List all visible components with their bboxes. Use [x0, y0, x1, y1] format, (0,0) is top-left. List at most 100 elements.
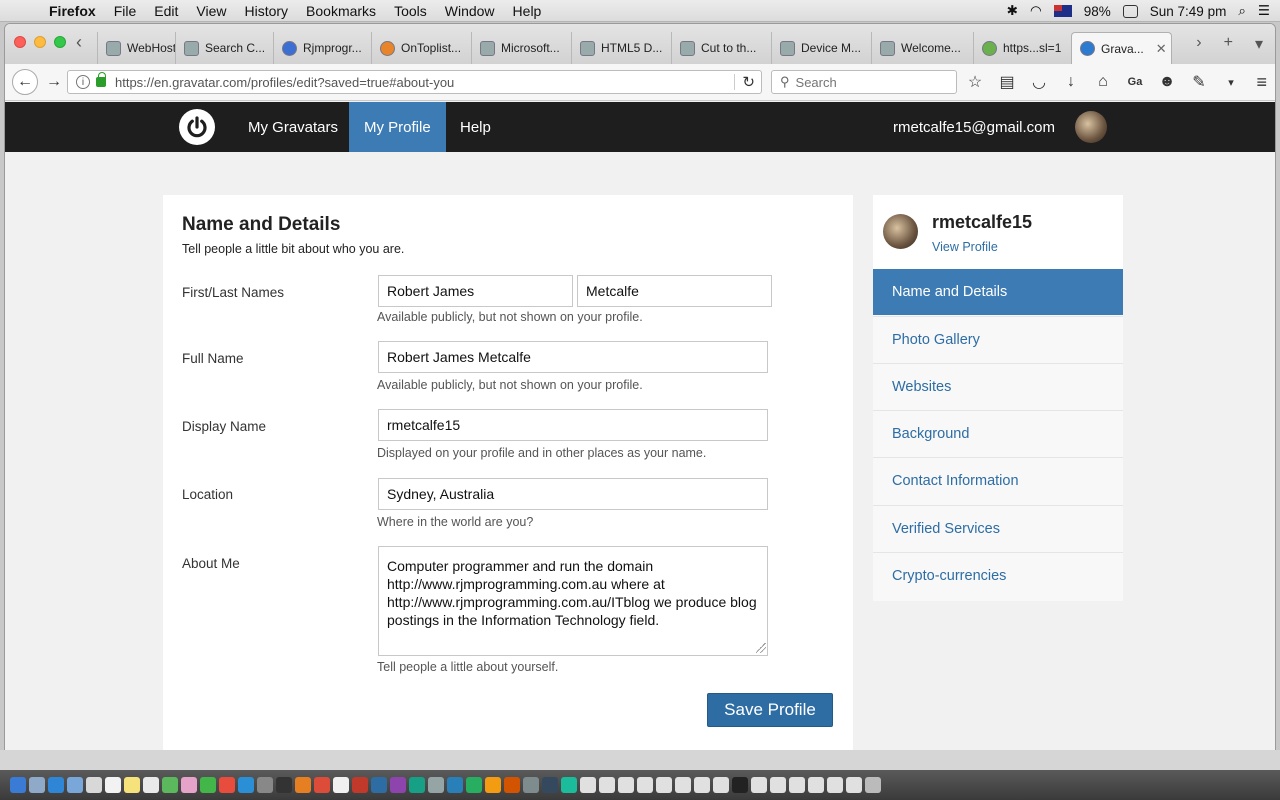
- close-tab-icon[interactable]: ✕: [1156, 41, 1167, 57]
- about-me-textarea[interactable]: Computer programmer and run the domain h…: [378, 546, 768, 656]
- sidebar-item-background[interactable]: Background: [873, 410, 1123, 456]
- reading-list-icon[interactable]: ▤: [997, 72, 1017, 92]
- nav-help[interactable]: Help: [445, 102, 506, 152]
- messages-icon[interactable]: [200, 777, 216, 793]
- save-profile-button[interactable]: Save Profile: [707, 693, 833, 727]
- bluetooth-icon[interactable]: ✱: [1007, 3, 1018, 19]
- last-name-input[interactable]: [577, 275, 772, 307]
- menu-hamburger-icon[interactable]: ≡: [1256, 72, 1267, 93]
- system-preferences-icon[interactable]: [257, 777, 273, 793]
- browser-tab-active[interactable]: Grava... ✕: [1071, 32, 1172, 64]
- minimize-window-button[interactable]: [34, 36, 46, 48]
- textedit-icon[interactable]: [333, 777, 349, 793]
- close-window-button[interactable]: [14, 36, 26, 48]
- contacts-icon[interactable]: [86, 777, 102, 793]
- menu-tools[interactable]: Tools: [385, 3, 436, 19]
- google-translate-icon[interactable]: Ga: [1125, 76, 1145, 88]
- battery-icon[interactable]: [1122, 4, 1138, 18]
- document-icon[interactable]: [789, 777, 805, 793]
- app-icon[interactable]: [485, 777, 501, 793]
- spotlight-search-icon[interactable]: ⌕: [1238, 3, 1246, 19]
- document-icon[interactable]: [808, 777, 824, 793]
- browser-tab[interactable]: Microsoft...: [471, 32, 571, 64]
- app-icon[interactable]: [542, 777, 558, 793]
- browser-tab[interactable]: HTML5 D...: [571, 32, 671, 64]
- sidebar-item-photo-gallery[interactable]: Photo Gallery: [873, 316, 1123, 362]
- filezilla-icon[interactable]: [352, 777, 368, 793]
- maps-icon[interactable]: [162, 777, 178, 793]
- mail-icon[interactable]: [67, 777, 83, 793]
- reminders-icon[interactable]: [143, 777, 159, 793]
- avatar[interactable]: [1075, 111, 1107, 143]
- tabs-scroll-right-icon[interactable]: ›: [1196, 34, 1201, 54]
- tabs-scroll-left-icon[interactable]: ‹: [76, 32, 92, 53]
- menu-window[interactable]: Window: [436, 3, 504, 19]
- tab-list-chevron-down-icon[interactable]: ▾: [1255, 34, 1263, 54]
- info-icon[interactable]: i: [76, 75, 90, 89]
- browser-tab[interactable]: OnToplist...: [371, 32, 471, 64]
- notes-icon[interactable]: [124, 777, 140, 793]
- forward-button[interactable]: →: [41, 69, 67, 95]
- first-name-input[interactable]: [378, 275, 573, 307]
- downloads-icon[interactable]: ↓: [1061, 73, 1081, 91]
- address-bar[interactable]: i https://en.gravatar.com/profiles/edit?…: [67, 70, 762, 94]
- clock[interactable]: Sun 7:49 pm: [1150, 4, 1227, 19]
- menu-help[interactable]: Help: [504, 3, 551, 19]
- chrome-icon[interactable]: [314, 777, 330, 793]
- document-icon[interactable]: [713, 777, 729, 793]
- finder-icon[interactable]: [10, 777, 26, 793]
- nav-my-gravatars[interactable]: My Gravatars: [233, 102, 353, 152]
- app-store-icon[interactable]: [238, 777, 254, 793]
- document-icon[interactable]: [846, 777, 862, 793]
- document-icon[interactable]: [770, 777, 786, 793]
- zoom-window-button[interactable]: [54, 36, 66, 48]
- menu-file[interactable]: File: [105, 3, 146, 19]
- browser-tab[interactable]: Device M...: [771, 32, 871, 64]
- user-email[interactable]: rmetcalfe15@gmail.com: [893, 102, 1055, 152]
- app-icon[interactable]: [409, 777, 425, 793]
- pocket-icon[interactable]: ◡: [1029, 72, 1049, 92]
- safari-icon[interactable]: [48, 777, 64, 793]
- app-icon[interactable]: [561, 777, 577, 793]
- reload-icon[interactable]: ↻: [742, 73, 755, 91]
- calendar-icon[interactable]: [105, 777, 121, 793]
- document-icon[interactable]: [732, 777, 748, 793]
- resize-grip-icon[interactable]: [756, 643, 766, 653]
- app-icon[interactable]: [523, 777, 539, 793]
- view-profile-link[interactable]: View Profile: [932, 240, 998, 254]
- chat-icon[interactable]: ☻: [1157, 73, 1177, 91]
- app-icon[interactable]: [466, 777, 482, 793]
- document-icon[interactable]: [580, 777, 596, 793]
- wifi-icon[interactable]: ◠: [1030, 3, 1042, 19]
- browser-tab[interactable]: Search C...: [175, 32, 273, 64]
- browser-tab[interactable]: Rjmprogr...: [273, 32, 371, 64]
- document-icon[interactable]: [618, 777, 634, 793]
- browser-tab[interactable]: WebHost...: [97, 32, 175, 64]
- sidebar-item-crypto-currencies[interactable]: Crypto-currencies: [873, 552, 1123, 598]
- menu-view[interactable]: View: [187, 3, 235, 19]
- document-icon[interactable]: [599, 777, 615, 793]
- browser-tab[interactable]: Welcome...: [871, 32, 973, 64]
- app-icon[interactable]: [447, 777, 463, 793]
- sidebar-item-verified-services[interactable]: Verified Services: [873, 505, 1123, 551]
- gravatar-logo-icon[interactable]: [179, 109, 215, 145]
- sidebar-item-contact-information[interactable]: Contact Information: [873, 457, 1123, 503]
- app-icon[interactable]: [428, 777, 444, 793]
- document-icon[interactable]: [694, 777, 710, 793]
- sidebar-item-websites[interactable]: Websites: [873, 363, 1123, 409]
- firefox-icon[interactable]: [295, 777, 311, 793]
- nav-my-profile[interactable]: My Profile: [349, 102, 446, 152]
- url-text[interactable]: https://en.gravatar.com/profiles/edit?sa…: [115, 75, 454, 90]
- document-icon[interactable]: [637, 777, 653, 793]
- menu-bookmarks[interactable]: Bookmarks: [297, 3, 385, 19]
- photos-icon[interactable]: [181, 777, 197, 793]
- document-icon[interactable]: [751, 777, 767, 793]
- full-name-input[interactable]: [378, 341, 768, 373]
- battery-percent[interactable]: 98%: [1084, 4, 1111, 19]
- app-icon[interactable]: [390, 777, 406, 793]
- app-icon[interactable]: [504, 777, 520, 793]
- document-icon[interactable]: [656, 777, 672, 793]
- input-source-flag-icon[interactable]: [1053, 5, 1072, 17]
- document-icon[interactable]: [827, 777, 843, 793]
- search-input[interactable]: [795, 74, 946, 90]
